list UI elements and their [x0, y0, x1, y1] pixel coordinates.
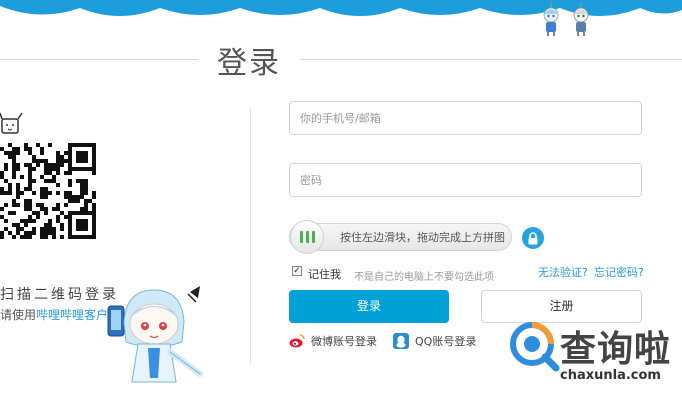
forgot-password-link[interactable]: 忘记密码? [594, 264, 644, 280]
qq-login-label: QQ账号登录 [415, 335, 477, 348]
qq-login-link[interactable]: QQ账号登录 [393, 333, 476, 349]
qr-code-icon [0, 143, 96, 239]
site-watermark: 查询啦 chaxunla.com [500, 316, 682, 410]
weibo-login-label: 微博账号登录 [311, 335, 377, 348]
qr-hint: 请使用哔哩哔哩客户端 [0, 306, 120, 323]
login-button[interactable]: 登录 [289, 290, 449, 323]
qr-hint-prefix: 请使用 [0, 308, 37, 322]
mascot-character [107, 286, 203, 383]
watermark-domain: chaxunla.com [560, 368, 661, 383]
remember-tip: 不是自己的电脑上不要勾选此项 [354, 272, 494, 283]
captcha-slider-text: 按住左边滑块，拖动完成上方拼图 [340, 231, 505, 244]
mascot-small-1 [543, 2, 559, 36]
watermark-text: 查询啦 [560, 329, 672, 370]
remember-label[interactable]: 记住我 [308, 266, 341, 282]
weibo-icon [289, 333, 305, 349]
mascot-small-2 [573, 2, 589, 36]
title-divider-right [300, 59, 682, 60]
cannot-verify-link[interactable]: 无法验证? [538, 264, 588, 280]
lock-icon[interactable] [522, 227, 544, 249]
magnifier-logo-icon [510, 322, 560, 372]
weibo-login-link[interactable]: 微博账号登录 [289, 333, 377, 349]
vertical-divider [250, 108, 251, 363]
captcha-slider-handle[interactable] [290, 220, 324, 254]
username-input[interactable] [289, 101, 642, 135]
title-divider-left [0, 59, 198, 60]
grip-icon [299, 231, 315, 243]
qr-mascot-icon [0, 112, 23, 134]
password-input[interactable] [289, 163, 642, 197]
qr-caption: 扫描二维码登录 [0, 287, 119, 303]
qq-icon [393, 333, 409, 349]
remember-checkbox[interactable]: ✓ [292, 266, 302, 276]
page-title: 登录 [217, 46, 281, 81]
